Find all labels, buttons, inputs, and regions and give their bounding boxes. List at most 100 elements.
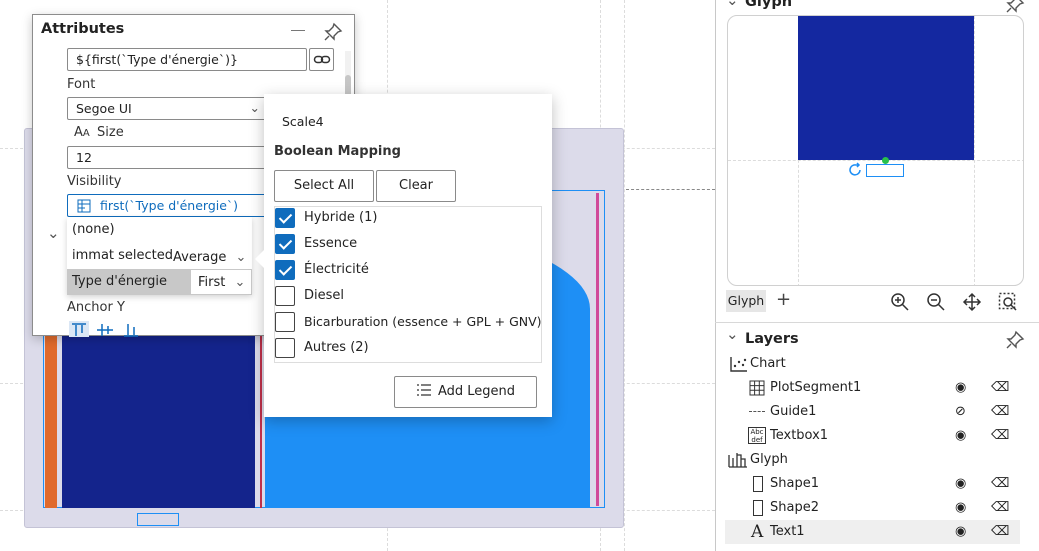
boolean-mapping-popup: Scale4 Boolean Mapping Select All Clear … (255, 94, 552, 417)
layer-shape1[interactable]: Shape1 ◉ ⌫ (725, 472, 1020, 496)
link-button[interactable] (309, 48, 334, 71)
rect-shape-icon (753, 500, 763, 516)
align-bottom-icon[interactable] (121, 321, 141, 337)
mapping-option-label: Essence (304, 236, 358, 251)
eraser-icon[interactable]: ⌫ (991, 496, 1009, 520)
eye-icon[interactable]: ◉ (955, 472, 966, 496)
align-top-icon (72, 323, 86, 336)
add-glyph-button[interactable]: + (776, 289, 791, 310)
eye-icon[interactable]: ◉ (955, 496, 966, 520)
chart-resize-handle[interactable] (137, 513, 179, 526)
grid-icon (749, 380, 765, 396)
layer-chart[interactable]: Chart (725, 352, 1020, 376)
boolean-mapping-heading: Boolean Mapping (274, 144, 401, 159)
layer-label: Text1 (770, 524, 805, 539)
glyph-anchor-point[interactable] (882, 157, 889, 164)
mapping-option-label: Diesel (304, 288, 345, 303)
glyph-shape[interactable] (798, 16, 974, 160)
chevron-down-icon[interactable]: ⌄ (726, 325, 739, 343)
checkbox-checked[interactable] (275, 208, 295, 228)
font-label: Font (67, 77, 96, 92)
mapping-option[interactable]: Hybride (1) (275, 207, 541, 233)
eraser-icon[interactable]: ⌫ (991, 472, 1009, 496)
layer-text1[interactable]: A Text1 ◉ ⌫ (725, 520, 1020, 544)
zoom-fit-icon[interactable] (998, 292, 1018, 312)
aggregation-select[interactable]: First ⌄ (191, 270, 251, 294)
text-expression-input[interactable]: ${first(`Type d'énergie`)} (67, 48, 307, 71)
layer-label: PlotSegment1 (770, 380, 862, 395)
column-option-label: immat selected (72, 248, 174, 263)
bar-pink-line (596, 193, 599, 506)
glyph-editor[interactable] (727, 15, 1024, 286)
anchor-top-button[interactable] (69, 321, 89, 337)
font-select[interactable]: Segoe UI ⌄ (67, 97, 267, 120)
font-value: Segoe UI (76, 101, 132, 116)
layer-guide1[interactable]: Guide1 ⊘ ⌫ (725, 400, 1020, 424)
aggregation-select[interactable]: Average ⌄ (173, 245, 246, 271)
popup-arrow (255, 249, 265, 269)
data-field-icon (77, 199, 91, 213)
layer-glyph[interactable]: Glyph (725, 448, 1020, 472)
scale-name[interactable]: Scale4 (282, 114, 324, 129)
glyph-icon (728, 453, 747, 468)
mapping-option-label: Hybride (1) (304, 210, 378, 225)
pan-icon[interactable] (962, 292, 982, 312)
mapping-option[interactable]: Bicarburation (essence + GPL + GNV) (275, 311, 542, 337)
checkbox-checked[interactable] (275, 260, 295, 280)
layer-label: Shape1 (770, 476, 819, 491)
checkbox-unchecked[interactable] (275, 338, 295, 358)
layer-textbox1[interactable]: Abc def Textbox1 ◉ ⌫ (725, 424, 1020, 448)
column-option-label: (none) (72, 222, 115, 237)
mapping-option[interactable]: Essence (275, 233, 541, 259)
clear-button[interactable]: Clear (376, 170, 456, 202)
mapping-option[interactable]: Diesel (275, 285, 541, 311)
column-option-label: Type d'énergie (72, 274, 168, 289)
chevron-down-icon: ⌄ (249, 100, 260, 115)
eraser-icon[interactable]: ⌫ (991, 520, 1009, 544)
pin-icon[interactable] (323, 22, 343, 42)
layer-plotsegment1[interactable]: PlotSegment1 ◉ ⌫ (725, 376, 1020, 400)
font-size-icon: AA (74, 125, 90, 140)
layers-panel-title: Layers (745, 331, 799, 347)
rotate-icon[interactable] (848, 162, 864, 178)
chevron-down-icon[interactable]: ⌄ (47, 224, 60, 242)
zoom-out-icon[interactable] (926, 292, 946, 312)
eraser-icon[interactable]: ⌫ (991, 376, 1009, 400)
attributes-title: Attributes (41, 21, 125, 37)
aggregation-value: First (198, 275, 226, 290)
mapping-option[interactable]: Autres (2) (275, 337, 541, 363)
size-input[interactable]: 12 (67, 146, 267, 169)
eraser-icon[interactable]: ⌫ (991, 424, 1009, 448)
column-option-none[interactable]: (none) (67, 217, 252, 242)
chevron-down-icon[interactable]: ⌄ (726, 0, 739, 9)
visibility-expression-value: first(`Type d'énergie`) (100, 198, 239, 213)
align-middle-icon[interactable] (95, 321, 115, 337)
text-element-handle[interactable] (866, 164, 904, 177)
pin-icon[interactable] (1005, 330, 1025, 350)
eraser-icon[interactable]: ⌫ (991, 400, 1009, 424)
eye-icon[interactable]: ◉ (955, 520, 966, 544)
eye-off-icon[interactable]: ⊘ (955, 400, 966, 424)
checkbox-unchecked[interactable] (275, 312, 295, 332)
eye-icon[interactable]: ◉ (955, 376, 966, 400)
pin-icon[interactable] (1005, 0, 1025, 14)
visibility-expression-input[interactable]: first(`Type d'énergie`) (67, 194, 267, 217)
mapping-options-list: Hybride (1) Essence Électricité Diesel B… (274, 206, 542, 363)
checkbox-unchecked[interactable] (275, 286, 295, 306)
layer-shape2[interactable]: Shape2 ◉ ⌫ (725, 496, 1020, 520)
scatter-chart-icon (730, 357, 747, 372)
anchor-y-label: Anchor Y (67, 300, 125, 315)
link-icon (313, 55, 330, 64)
zoom-in-icon[interactable] (890, 292, 910, 312)
eye-icon[interactable]: ◉ (955, 424, 966, 448)
checkbox-checked[interactable] (275, 234, 295, 254)
guide-dash-icon (749, 411, 765, 412)
column-option-immat-selected[interactable]: immat selected Average ⌄ (67, 243, 252, 269)
tab-glyph[interactable]: Glyph (726, 290, 766, 312)
add-legend-button[interactable]: Add Legend (394, 376, 537, 408)
mapping-option-label: Autres (2) (304, 340, 369, 355)
mapping-option[interactable]: Électricité (275, 259, 541, 285)
column-option-type-energie[interactable]: Type d'énergie First ⌄ (67, 269, 252, 295)
select-all-button[interactable]: Select All (274, 170, 374, 202)
minimize-icon[interactable] (291, 30, 305, 31)
